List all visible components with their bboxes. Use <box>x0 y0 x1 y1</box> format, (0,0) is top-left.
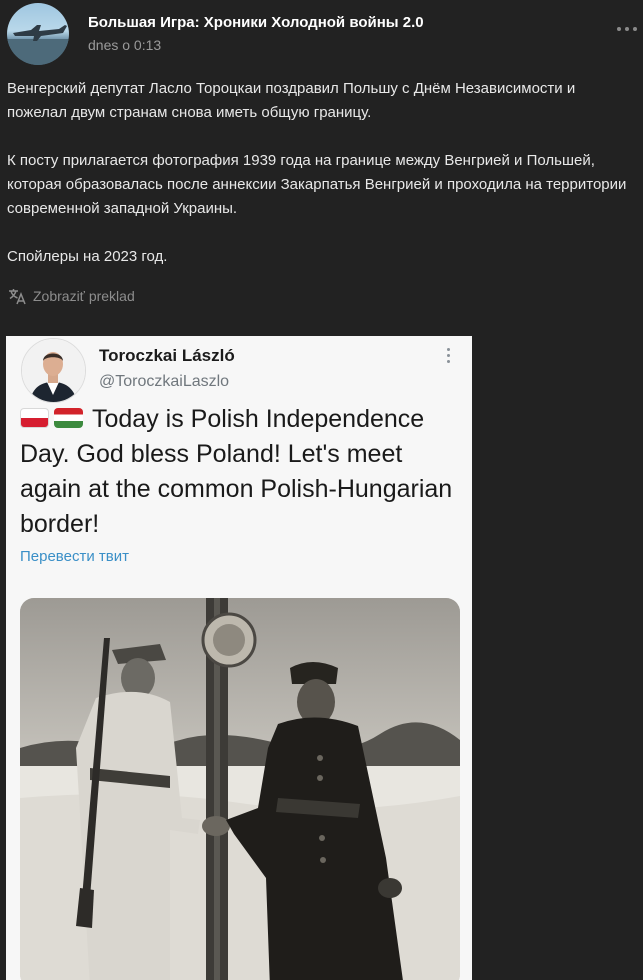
channel-avatar[interactable] <box>7 3 69 65</box>
tweet-author-handle: @ToroczkaiLaszlo <box>99 373 230 390</box>
tweet-author-avatar <box>21 338 86 403</box>
historical-border-photo <box>20 598 460 980</box>
tweet-text-content: Today is Polish Independence Day. God bl… <box>20 405 453 538</box>
translate-icon <box>9 289 26 305</box>
flag-hungary-icon <box>54 408 83 428</box>
post-header: Большая Игра: Хроники Холодной войны 2.0… <box>0 0 643 70</box>
tweet-author-name: Toroczkai László <box>99 346 235 365</box>
post-paragraph: Спойлеры на 2023 год. <box>7 248 168 265</box>
tweet-screenshot[interactable]: Toroczkai László @ToroczkaiLaszlo Today … <box>6 336 472 980</box>
more-options-icon[interactable] <box>617 22 639 36</box>
post-body: Венгерский депутат Ласло Тороцкаи поздра… <box>7 77 637 293</box>
post-paragraph: Венгерский депутат Ласло Тороцкаи поздра… <box>7 80 576 121</box>
flag-poland-icon <box>20 408 49 428</box>
post-paragraph: К посту прилагается фотография 1939 года… <box>7 152 627 217</box>
tweet-more-icon <box>446 348 452 366</box>
post-timestamp[interactable]: dnes o 0:13 <box>88 37 161 53</box>
tweet-text: Today is Polish Independence Day. God bl… <box>20 402 465 542</box>
channel-name[interactable]: Большая Игра: Хроники Холодной войны 2.0 <box>88 14 424 31</box>
translate-tweet-link: Перевести твит <box>20 548 129 565</box>
show-translation-label: Zobraziť preklad <box>33 288 135 304</box>
show-translation-button[interactable]: Zobraziť preklad <box>7 284 135 308</box>
